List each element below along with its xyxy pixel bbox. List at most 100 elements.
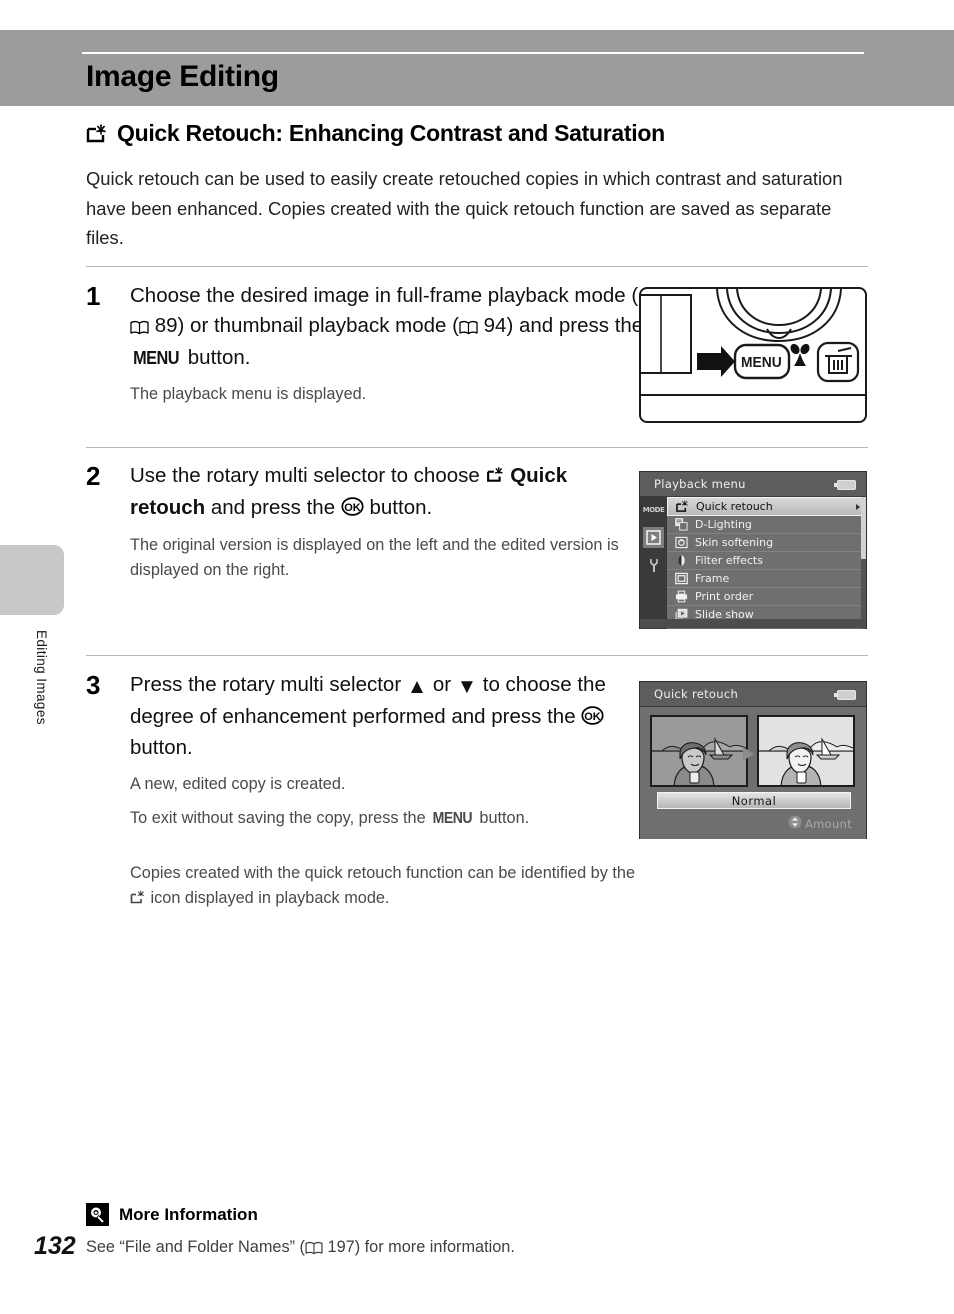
menu-button-glyph: MENU: [133, 347, 179, 368]
quick-retouch-screen: Quick retouch Normal Amount: [639, 681, 867, 839]
page-title: Image Editing: [86, 60, 279, 93]
skin-softening-icon: [675, 536, 688, 549]
up-down-selector-icon: [788, 815, 802, 832]
step-3-note-3: Copies created with the quick retouch fu…: [130, 861, 646, 913]
ok-button-icon: OK: [341, 495, 364, 525]
page-number: 132: [34, 1232, 76, 1260]
battery-icon: [834, 690, 856, 700]
retouched-image-thumbnail: [757, 715, 855, 787]
menu-item-label: Print order: [695, 590, 754, 603]
quick-retouch-title: Quick retouch: [654, 687, 739, 701]
amount-indicator: Amount: [788, 815, 852, 832]
step-3: 3 Press the rotary multi selector ▲ or ▼…: [86, 670, 646, 913]
more-information-text: See “File and Folder Names” ( 197) for m…: [86, 1238, 515, 1260]
svg-text:MENU: MENU: [741, 355, 782, 372]
step-1-ref-2: 94: [483, 313, 507, 337]
step-3-note-2-b: button.: [474, 808, 530, 827]
step-3-text-b: or: [427, 673, 457, 696]
svg-text:OK: OK: [344, 502, 361, 514]
retouch-badge-icon: [130, 888, 146, 913]
step-1-note: The playback menu is displayed.: [130, 384, 367, 403]
amount-label: Amount: [805, 816, 852, 831]
mode-tab[interactable]: MODE: [643, 499, 665, 520]
menu-scrollbar-thumb[interactable]: [861, 497, 866, 559]
step-1-ref-1: 89: [154, 313, 178, 337]
playback-menu-title: Playback menu: [654, 477, 746, 491]
step-1-number: 1: [86, 281, 101, 311]
title-divider: [82, 52, 864, 54]
step-2-text-b: and press the: [205, 495, 341, 519]
playback-tab[interactable]: [643, 527, 664, 548]
ok-button-icon: OK: [581, 704, 604, 734]
menu-item-filter-effects[interactable]: Filter effects: [667, 552, 866, 570]
menu-item-label: Quick retouch: [696, 500, 773, 513]
divider-above-step-3: [86, 655, 868, 656]
divider-above-step-2: [86, 447, 868, 448]
d-lighting-icon: [675, 518, 688, 531]
step-2-text-a: Use the rotary multi selector to choose: [130, 464, 486, 487]
step-2-note: The original version is displayed on the…: [130, 536, 619, 579]
more-information-heading: More Information: [86, 1203, 258, 1226]
more-info-text-b: ) for more information.: [354, 1238, 515, 1256]
menu-item-skin-softening[interactable]: Skin softening: [667, 534, 866, 552]
step-1-text-a: Choose the desired image in full-frame p…: [130, 284, 639, 307]
menu-item-frame[interactable]: Frame: [667, 570, 866, 588]
setup-tab[interactable]: [643, 555, 664, 576]
lightbulb-icon: [86, 1203, 109, 1226]
menu-item-label: D-Lighting: [695, 518, 752, 531]
chapter-side-tab: [0, 545, 64, 615]
quick-retouch-header: Quick retouch: [640, 682, 866, 707]
section-title: Quick Retouch: Enhancing Contrast and Sa…: [117, 120, 665, 146]
step-2-text-c: button.: [363, 495, 433, 519]
print-order-icon: [675, 590, 688, 603]
chapter-side-label: Editing Images: [34, 630, 49, 725]
quick-retouch-icon: [486, 463, 505, 493]
step-1-instruction: Choose the desired image in full-frame p…: [130, 281, 646, 373]
more-info-ref: 197: [327, 1238, 355, 1256]
page-ref-book-icon: [459, 314, 478, 344]
chapter-title-bar: Image Editing: [0, 30, 954, 106]
playback-menu-header: Playback menu: [640, 472, 866, 497]
step-3-text-a: Press the rotary multi selector: [130, 673, 407, 696]
step-1-text-d: button.: [182, 346, 251, 369]
step-1: 1 Choose the desired image in full-frame…: [86, 281, 646, 407]
step-1-text-c: ) and press the: [506, 313, 644, 337]
before-after-arrow-icon: [743, 747, 754, 761]
step-3-number: 3: [86, 670, 101, 700]
step-2: 2 Use the rotary multi selector to choos…: [86, 461, 646, 583]
step-3-note-3-a: Copies created with the quick retouch fu…: [130, 863, 636, 882]
menu-scrollbar[interactable]: [861, 497, 866, 629]
chevron-right-icon: [856, 503, 860, 510]
menu-item-quick-retouch[interactable]: Quick retouch: [667, 497, 866, 516]
battery-icon: [834, 480, 856, 490]
step-3-note-3-b: icon displayed in playback mode.: [146, 888, 390, 907]
step-3-text-d: button.: [130, 736, 193, 759]
amount-option-value[interactable]: Normal: [657, 792, 851, 809]
down-arrow-icon: ▼: [456, 675, 478, 698]
playback-menu-body: MODE Quick retouch D-Lighting Skin softe…: [640, 497, 866, 629]
menu-item-label: Frame: [695, 572, 730, 585]
menu-item-print-order[interactable]: Print order: [667, 588, 866, 606]
original-image-thumbnail: [650, 715, 748, 787]
more-information-title: More Information: [119, 1204, 258, 1224]
frame-icon: [675, 572, 688, 585]
more-info-text-a: See “File and Folder Names” (: [86, 1238, 305, 1256]
playback-menu-tab-strip: MODE: [640, 497, 667, 629]
step-3-note-2: To exit without saving the copy, press t…: [130, 806, 646, 831]
playback-menu-screen: Playback menu MODE Quick retouch D-Light…: [639, 471, 867, 629]
menu-button-glyph: MENU: [432, 809, 473, 827]
step-2-instruction: Use the rotary multi selector to choose …: [130, 461, 646, 524]
step-3-note-1: A new, edited copy is created.: [130, 774, 346, 793]
up-arrow-icon: ▲: [406, 675, 428, 698]
svg-text:OK: OK: [585, 711, 602, 723]
section-intro: Quick retouch can be used to easily crea…: [86, 168, 843, 248]
step-2-number: 2: [86, 461, 101, 491]
page-ref-book-icon: [305, 1241, 323, 1260]
section-heading: Quick Retouch: Enhancing Contrast and Sa…: [86, 120, 876, 147]
step-3-note-2-a: To exit without saving the copy, press t…: [130, 808, 431, 827]
divider-above-step-1: [86, 266, 868, 267]
playback-menu-list: Quick retouch D-Lighting Skin softening …: [667, 497, 866, 629]
step-1-text-b: ) or thumbnail playback mode (: [177, 313, 459, 337]
quick-retouch-icon: [676, 500, 688, 512]
menu-item-d-lighting[interactable]: D-Lighting: [667, 516, 866, 534]
